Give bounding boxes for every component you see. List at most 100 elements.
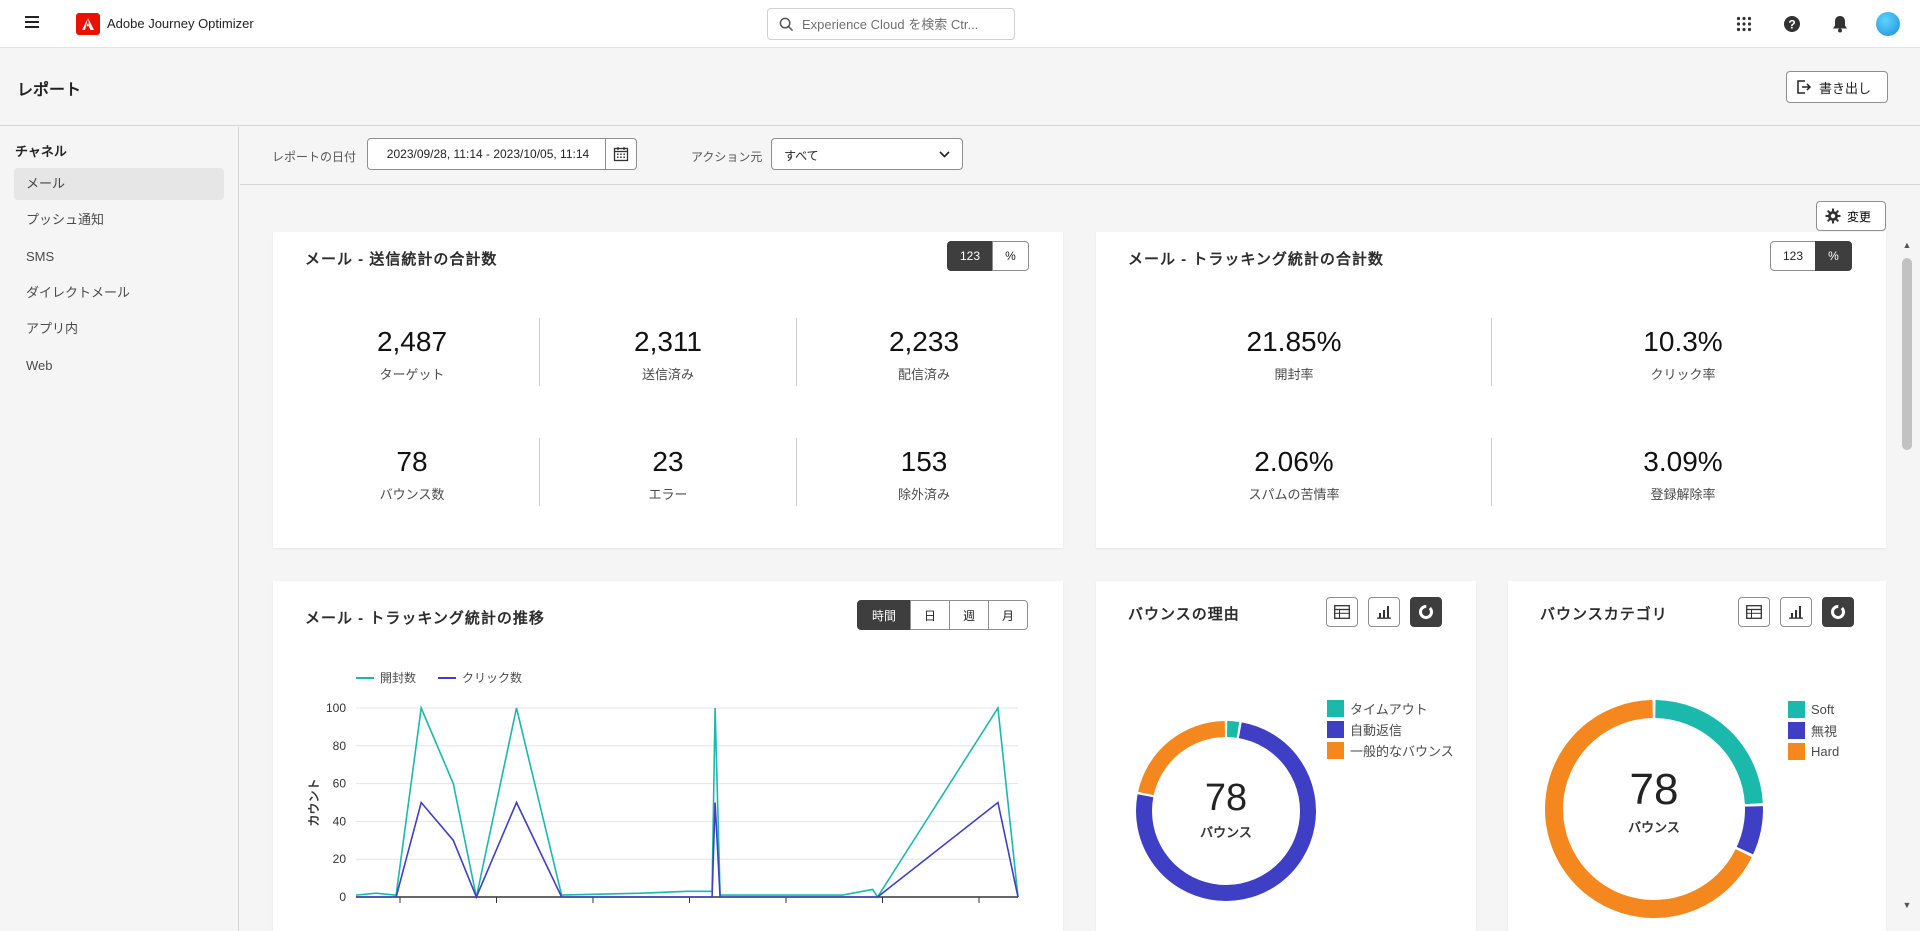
gear-icon	[1825, 208, 1841, 224]
stat-unsubscribe-rate: 3.09% 登録解除率	[1643, 446, 1723, 502]
table-icon	[1334, 605, 1350, 619]
donut-slice-2	[1736, 806, 1763, 855]
sidebar-item-direct-mail[interactable]: ダイレクトメール	[14, 277, 224, 309]
stat-delivered: 2,233 配信済み	[888, 326, 960, 382]
send-stats-title: メール - 送信統計の合計数	[305, 251, 498, 268]
stat-click-rate: 10.3% クリック率	[1643, 326, 1723, 382]
sidebar-item-push[interactable]: プッシュ通知	[14, 204, 224, 236]
bounce-category-legend: Soft 無視 Hard	[1788, 699, 1839, 762]
scroll-up-icon[interactable]: ▲	[1902, 240, 1912, 250]
bounce-reason-title: バウンスの理由	[1128, 606, 1240, 623]
divider	[1491, 318, 1492, 386]
donut-center-value: 78	[1204, 777, 1248, 819]
change-button[interactable]: 変更	[1816, 201, 1886, 231]
legend-item: 自動返信	[1327, 719, 1454, 740]
export-label: 書き出し	[1819, 80, 1872, 96]
toggle-percent[interactable]: %	[992, 241, 1029, 271]
calendar-icon[interactable]	[605, 139, 636, 169]
filter-bar: レポートの日付 2023/09/28, 11:14 - 2023/10/05, …	[240, 127, 1920, 185]
bar-chart-icon	[1377, 606, 1391, 619]
bounce-reason-card: バウンスの理由 78 バウンス タイムアウト 自動返信 一般的なバウンス	[1096, 581, 1476, 931]
stat-sent: 2,311 送信済み	[634, 326, 702, 382]
legend-item: Soft	[1788, 699, 1839, 720]
y-tick-label: 0	[339, 890, 346, 904]
divider	[1491, 438, 1492, 506]
tracking-stats-title: メール - トラッキング統計の合計数	[1128, 251, 1384, 268]
action-label: アクション元	[691, 150, 763, 164]
bar-chart-icon	[1789, 606, 1803, 619]
trend-line-chart: 0 20 40 60 80 100 カウント 開封数 クリック数	[307, 670, 1019, 904]
donut-chart-icon	[1419, 605, 1433, 619]
legend-item: 一般的なバウンス	[1327, 740, 1454, 761]
divider	[539, 438, 540, 506]
scroll-down-icon[interactable]: ▼	[1902, 900, 1912, 910]
toggle-count[interactable]: 123	[1770, 241, 1816, 271]
stat-target: 2,487 ターゲット	[376, 326, 448, 382]
table-icon	[1746, 605, 1762, 619]
export-button[interactable]: 書き出し	[1786, 71, 1888, 103]
channel-sidebar: チャネル メール プッシュ通知 SMS ダイレクトメール アプリ内 Web	[0, 127, 239, 931]
scroll-thumb[interactable]	[1902, 258, 1912, 450]
sidebar-item-in-app[interactable]: アプリ内	[14, 313, 224, 345]
bar-chart-view-button[interactable]	[1780, 597, 1812, 627]
donut-chart-icon	[1831, 605, 1845, 619]
y-tick-label: 100	[326, 701, 346, 715]
sidebar-item-email[interactable]: メール	[14, 168, 224, 200]
date-range-field[interactable]: 2023/09/28, 11:14 - 2023/10/05, 11:14	[367, 138, 637, 170]
action-source-value: すべて	[784, 149, 819, 163]
sidebar-item-sms[interactable]: SMS	[14, 241, 224, 273]
donut-view-button[interactable]	[1822, 597, 1854, 627]
stat-bounces: 78 バウンス数	[379, 446, 445, 502]
donut-view-button[interactable]	[1410, 597, 1442, 627]
legend-item: Hard	[1788, 741, 1839, 762]
legend-item: タイムアウト	[1327, 698, 1454, 719]
y-tick-label: 60	[333, 777, 347, 791]
bounce-reason-legend: タイムアウト 自動返信 一般的なバウンス	[1327, 698, 1454, 761]
sidebar-heading: チャネル	[15, 144, 67, 159]
donut-center-label: バウンス	[1628, 820, 1680, 835]
avatar[interactable]	[1876, 12, 1900, 36]
donut-center: 78 バウンス	[1166, 777, 1286, 841]
adobe-logo[interactable]	[76, 13, 100, 35]
donut-center-label: バウンス	[1200, 825, 1252, 840]
legend-item: 無視	[1788, 720, 1839, 741]
bar-chart-view-button[interactable]	[1368, 597, 1400, 627]
page-header: レポート 書き出し	[0, 48, 1920, 126]
date-range-value: 2023/09/28, 11:14 - 2023/10/05, 11:14	[386, 147, 590, 161]
top-bar: Adobe Journey Optimizer ?	[0, 0, 1920, 48]
table-view-button[interactable]	[1738, 597, 1770, 627]
y-tick-label: 20	[333, 852, 347, 866]
divider	[539, 318, 540, 386]
search-box[interactable]	[767, 8, 1015, 40]
legend-label: 開封数	[380, 670, 416, 685]
bell-icon[interactable]	[1829, 13, 1851, 35]
toggle-percent[interactable]: %	[1815, 241, 1852, 271]
menu-icon[interactable]	[25, 16, 39, 28]
trend-card: メール - トラッキング統計の推移 時間 日 週 月 0 20 40 60 80 100 カ…	[273, 581, 1063, 931]
search-input[interactable]	[802, 14, 1007, 34]
sidebar-item-web[interactable]: Web	[14, 350, 224, 382]
send-stats-card: メール - 送信統計の合計数 123 % 2,487 ターゲット 2,311 送信済…	[273, 232, 1063, 548]
action-source-select[interactable]: すべて	[771, 138, 963, 170]
vertical-scrollbar[interactable]: ▲ ▼	[1900, 232, 1914, 914]
bounce-category-title: バウンスカテゴリ	[1540, 606, 1668, 623]
donut-center: 78 バウンス	[1594, 765, 1714, 836]
tracking-stats-toggle: 123 %	[1770, 241, 1852, 271]
help-icon[interactable]: ?	[1781, 13, 1803, 35]
table-view-button[interactable]	[1326, 597, 1358, 627]
stat-excluded: 153 除外済み	[897, 446, 950, 502]
tracking-stats-card: メール - トラッキング統計の合計数 123 % 21.85% 開封率 10.3%…	[1096, 232, 1886, 548]
donut-slice-1	[1226, 721, 1240, 738]
svg-text:?: ?	[1788, 18, 1795, 32]
bounce-category-card: バウンスカテゴリ 78 バウンス Soft 無視 Hard	[1508, 581, 1886, 931]
toggle-count[interactable]: 123	[947, 241, 993, 271]
stat-spam-rate: 2.06% スパムの苦情率	[1248, 446, 1340, 502]
stat-open-rate: 21.85% 開封率	[1246, 326, 1342, 382]
page-title: レポート	[17, 82, 82, 99]
divider	[796, 318, 797, 386]
apps-grid-icon[interactable]	[1733, 13, 1755, 35]
export-icon	[1797, 80, 1812, 94]
legend-label: クリック数	[462, 670, 522, 685]
change-label: 変更	[1847, 209, 1872, 224]
app-title[interactable]: Adobe Journey Optimizer	[107, 16, 254, 31]
